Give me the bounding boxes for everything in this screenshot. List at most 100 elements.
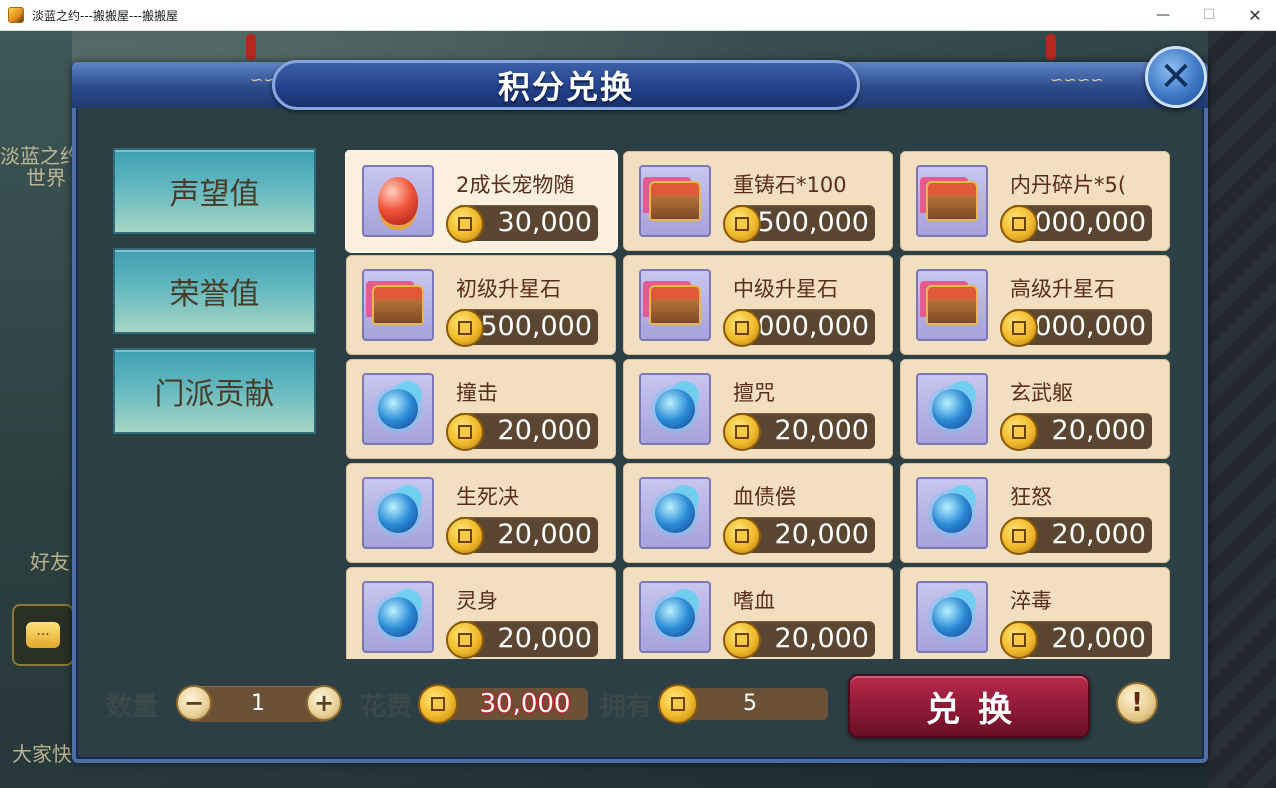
chest-icon bbox=[362, 269, 434, 341]
item-price: 20,000 bbox=[1051, 519, 1146, 550]
coin-icon bbox=[446, 205, 484, 243]
orb-icon-art bbox=[655, 493, 695, 533]
orb-icon-art bbox=[378, 597, 418, 637]
item-price: ,000,000 bbox=[748, 311, 869, 342]
quantity-value[interactable]: 1 bbox=[210, 686, 306, 722]
coin-icon bbox=[418, 684, 458, 724]
increase-quantity-button[interactable]: + bbox=[306, 685, 342, 721]
item-card[interactable]: 生死决 20,000 bbox=[346, 463, 616, 563]
tab-honor[interactable]: 荣誉值 bbox=[113, 248, 316, 334]
chat-button[interactable]: ··· bbox=[12, 604, 74, 666]
item-grid: 2成长宠物随 30,000 重铸石*100 .,500,000 内丹碎片*5(,000,… bbox=[345, 150, 1171, 659]
chat-icon: ··· bbox=[26, 622, 60, 648]
item-card[interactable]: 初级升星石 500,000 bbox=[346, 255, 616, 355]
cost-label: 花费 bbox=[360, 692, 413, 722]
chest-icon-art bbox=[372, 285, 424, 325]
orb-icon-art bbox=[378, 493, 418, 533]
orb-icon bbox=[639, 477, 711, 549]
tab-sect-contribution[interactable]: 门派贡献 bbox=[113, 348, 316, 434]
orb-icon-art bbox=[932, 597, 972, 637]
item-price: 20,000 bbox=[774, 415, 869, 446]
cost-value: 30,000 bbox=[479, 689, 571, 719]
orb-icon bbox=[639, 581, 711, 653]
item-name: 2成长宠物随 bbox=[456, 173, 575, 197]
orb-icon-art bbox=[932, 493, 972, 533]
item-name: 淬毒 bbox=[1010, 589, 1052, 613]
egg-icon-art bbox=[378, 177, 418, 225]
exchange-button[interactable]: 兑换 bbox=[848, 674, 1090, 738]
item-card[interactable]: 血债偿 20,000 bbox=[623, 463, 893, 563]
item-name: 初级升星石 bbox=[456, 277, 561, 301]
item-card[interactable]: 撞击 20,000 bbox=[346, 359, 616, 459]
own-label: 拥有 bbox=[600, 692, 653, 722]
chest-icon bbox=[639, 269, 711, 341]
close-window-button[interactable]: ✕ bbox=[1232, 0, 1276, 30]
item-card[interactable]: 嗜血 20,000 bbox=[623, 567, 893, 659]
tab-reputation[interactable]: 声望值 bbox=[113, 148, 316, 234]
orb-icon bbox=[362, 373, 434, 445]
window-title: 淡蓝之约---搬搬屋---搬搬屋 bbox=[32, 8, 178, 23]
item-card[interactable]: 中级升星石 ,000,000 bbox=[623, 255, 893, 355]
item-name: 撞击 bbox=[456, 381, 498, 405]
coin-icon bbox=[723, 309, 761, 347]
item-price: ,000,000 bbox=[1025, 207, 1146, 238]
item-card[interactable]: 重铸石*100 .,500,000 bbox=[623, 151, 893, 251]
minimize-button[interactable]: — bbox=[1140, 0, 1186, 30]
item-price: 30,000 bbox=[497, 207, 592, 238]
chest-icon-art bbox=[926, 285, 978, 325]
item-card[interactable]: 内丹碎片*5(,000,000 bbox=[900, 151, 1170, 251]
chest-icon bbox=[916, 269, 988, 341]
item-card[interactable]: 狂怒 20,000 bbox=[900, 463, 1170, 563]
coin-icon bbox=[658, 684, 698, 724]
help-button[interactable]: ! bbox=[1116, 682, 1158, 724]
item-name: 灵身 bbox=[456, 589, 498, 613]
app-icon bbox=[8, 7, 24, 23]
maximize-button[interactable]: ☐ bbox=[1186, 0, 1232, 30]
orb-icon-art bbox=[378, 389, 418, 429]
orb-icon-art bbox=[655, 389, 695, 429]
minus-icon: − bbox=[183, 689, 205, 717]
coin-icon bbox=[446, 621, 484, 659]
item-price: 20,000 bbox=[774, 519, 869, 550]
close-icon: ✕ bbox=[1159, 54, 1193, 100]
dialog-close-button[interactable]: ✕ bbox=[1145, 46, 1207, 108]
orb-icon bbox=[362, 581, 434, 653]
item-card[interactable]: 灵身 20,000 bbox=[346, 567, 616, 659]
exclamation-icon: ! bbox=[1131, 688, 1143, 718]
decrease-quantity-button[interactable]: − bbox=[176, 685, 212, 721]
item-name: 重铸石*100 bbox=[733, 173, 847, 197]
window-titlebar: 淡蓝之约---搬搬屋---搬搬屋 — ☐ ✕ bbox=[0, 0, 1276, 31]
item-card[interactable]: 擅咒 20,000 bbox=[623, 359, 893, 459]
orb-icon bbox=[639, 373, 711, 445]
dialog-title: 积分兑换 bbox=[497, 68, 634, 106]
chest-icon-art bbox=[926, 181, 978, 221]
item-price: 000,000 bbox=[1034, 311, 1146, 342]
orb-icon bbox=[916, 373, 988, 445]
item-name: 中级升星石 bbox=[733, 277, 838, 301]
item-card[interactable]: 淬毒 20,000 bbox=[900, 567, 1170, 659]
coin-icon bbox=[723, 517, 761, 555]
orb-icon bbox=[362, 477, 434, 549]
item-price: 500,000 bbox=[480, 311, 592, 342]
orb-icon-art bbox=[932, 389, 972, 429]
item-name: 玄武躯 bbox=[1010, 381, 1073, 405]
coin-icon bbox=[1000, 205, 1038, 243]
item-card[interactable]: 玄武躯 20,000 bbox=[900, 359, 1170, 459]
item-price: 20,000 bbox=[497, 415, 592, 446]
plus-icon: + bbox=[313, 689, 335, 717]
item-price: 20,000 bbox=[1051, 415, 1146, 446]
item-price: 20,000 bbox=[1051, 623, 1146, 654]
coin-icon bbox=[723, 413, 761, 451]
swirl-ornament-right: ∽∽∽∽ bbox=[1050, 70, 1104, 89]
coin-icon bbox=[446, 309, 484, 347]
chest-icon-art bbox=[649, 285, 701, 325]
coin-icon bbox=[1000, 309, 1038, 347]
item-card[interactable]: 高级升星石 000,000 bbox=[900, 255, 1170, 355]
item-price: 20,000 bbox=[774, 623, 869, 654]
egg-icon bbox=[362, 165, 434, 237]
lantern-decoration bbox=[1046, 34, 1056, 60]
quantity-label: 数量 bbox=[106, 692, 159, 722]
item-card[interactable]: 2成长宠物随 30,000 bbox=[346, 151, 616, 251]
coin-icon bbox=[1000, 621, 1038, 659]
chest-icon bbox=[916, 165, 988, 237]
